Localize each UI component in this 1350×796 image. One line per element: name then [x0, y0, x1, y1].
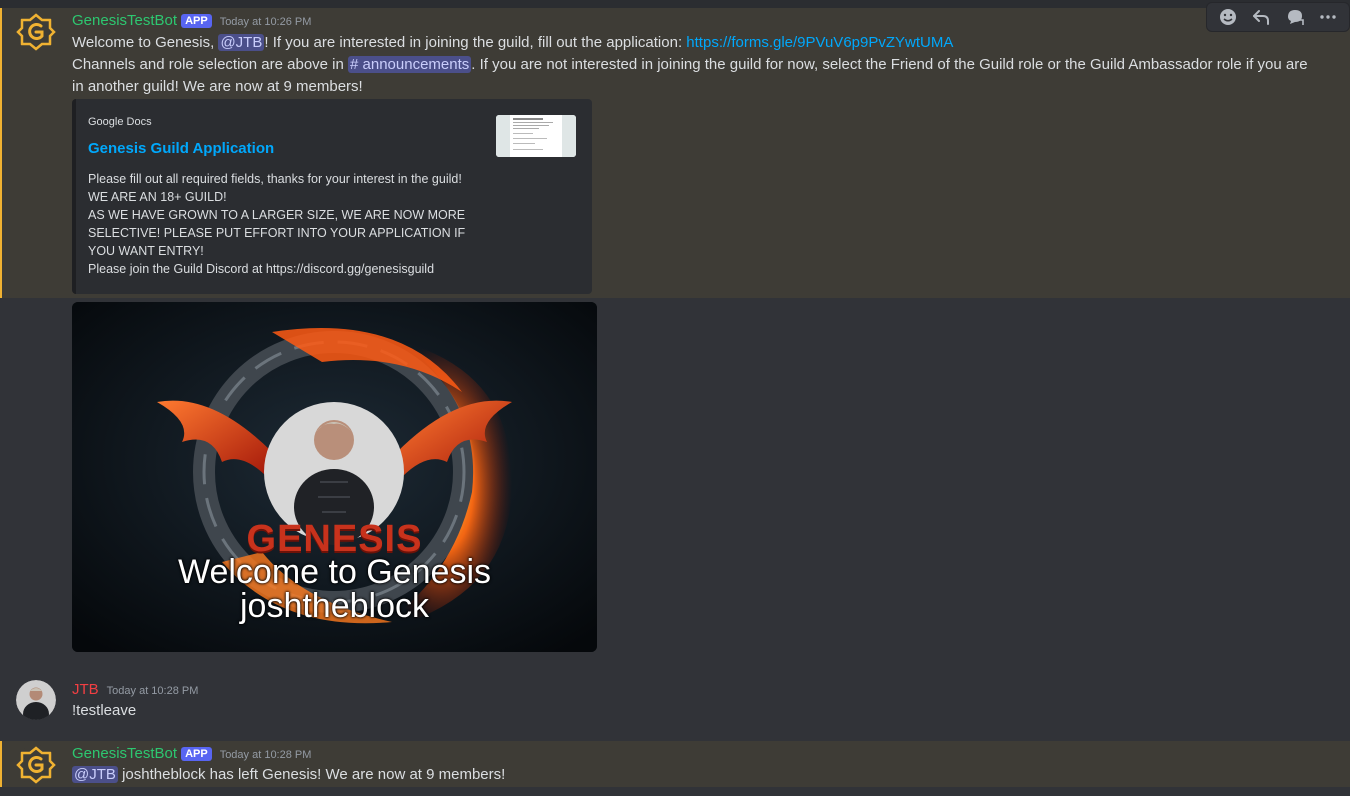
message-text: !testleave: [72, 702, 137, 719]
create-thread-button[interactable]: [1282, 5, 1308, 29]
author-name[interactable]: GenesisTestBot: [72, 12, 177, 29]
chat-area: GenesisTestBot APP Today at 10:26 PM Wel…: [0, 0, 1350, 796]
reply-icon: [1253, 10, 1270, 25]
welcome-image[interactable]: GENESIS Welcome to Genesis joshtheblock: [72, 302, 597, 652]
author-name[interactable]: GenesisTestBot: [72, 745, 177, 762]
embed-description: Please fill out all required fields, tha…: [88, 172, 466, 276]
timestamp: Today at 10:28 PM: [219, 749, 312, 761]
message-leave[interactable]: GenesisTestBot APP Today at 10:28 PM @JT…: [0, 741, 1350, 787]
thread-icon: [1287, 10, 1304, 25]
application-link[interactable]: https://forms.gle/9PVuV6p9PvZYwtUMA: [686, 34, 953, 51]
text-segment: ! If you are interested in joining the g…: [264, 34, 687, 51]
link-embed: Google Docs Genesis Guild Application Pl…: [72, 99, 592, 294]
timestamp: Today at 10:26 PM: [219, 16, 312, 28]
text-segment: Channels and role selection are above in: [72, 56, 349, 73]
bot-avatar[interactable]: [16, 745, 56, 785]
top-divider: [0, 0, 1350, 8]
timestamp: Today at 10:28 PM: [106, 685, 199, 697]
add-reaction-button[interactable]: [1215, 5, 1241, 29]
author-name[interactable]: JTB: [72, 681, 99, 698]
more-options-button[interactable]: [1315, 5, 1341, 29]
welcome-image-username: joshtheblock: [239, 587, 429, 625]
channel-mention[interactable]: # announcements: [348, 56, 472, 73]
message-text: @JTB joshtheblock has left Genesis! We a…: [72, 764, 505, 786]
reply-button[interactable]: [1248, 5, 1274, 29]
message-welcome[interactable]: GenesisTestBot APP Today at 10:26 PM Wel…: [0, 2, 1350, 298]
text-segment: joshtheblock has left Genesis! We are no…: [117, 766, 506, 783]
emoji-icon: [1219, 9, 1236, 25]
bot-avatar[interactable]: [16, 12, 56, 52]
more-icon: [1320, 15, 1336, 19]
app-tag: APP: [181, 14, 212, 28]
user-avatar[interactable]: [16, 680, 56, 720]
embed-thumbnail[interactable]: [496, 115, 576, 157]
embed-title[interactable]: Genesis Guild Application: [88, 140, 274, 157]
message-testleave[interactable]: JTB Today at 10:28 PM !testleave: [0, 672, 1350, 732]
embed-provider: Google Docs: [88, 116, 152, 128]
text-segment: Welcome to Genesis,: [72, 34, 219, 51]
message-actions-toolbar: [1206, 2, 1350, 32]
app-tag: APP: [181, 747, 212, 761]
message-text: Welcome to Genesis, @JTB! If you are int…: [72, 32, 1312, 98]
user-mention[interactable]: @JTB: [218, 34, 265, 51]
user-mention[interactable]: @JTB: [72, 766, 118, 783]
